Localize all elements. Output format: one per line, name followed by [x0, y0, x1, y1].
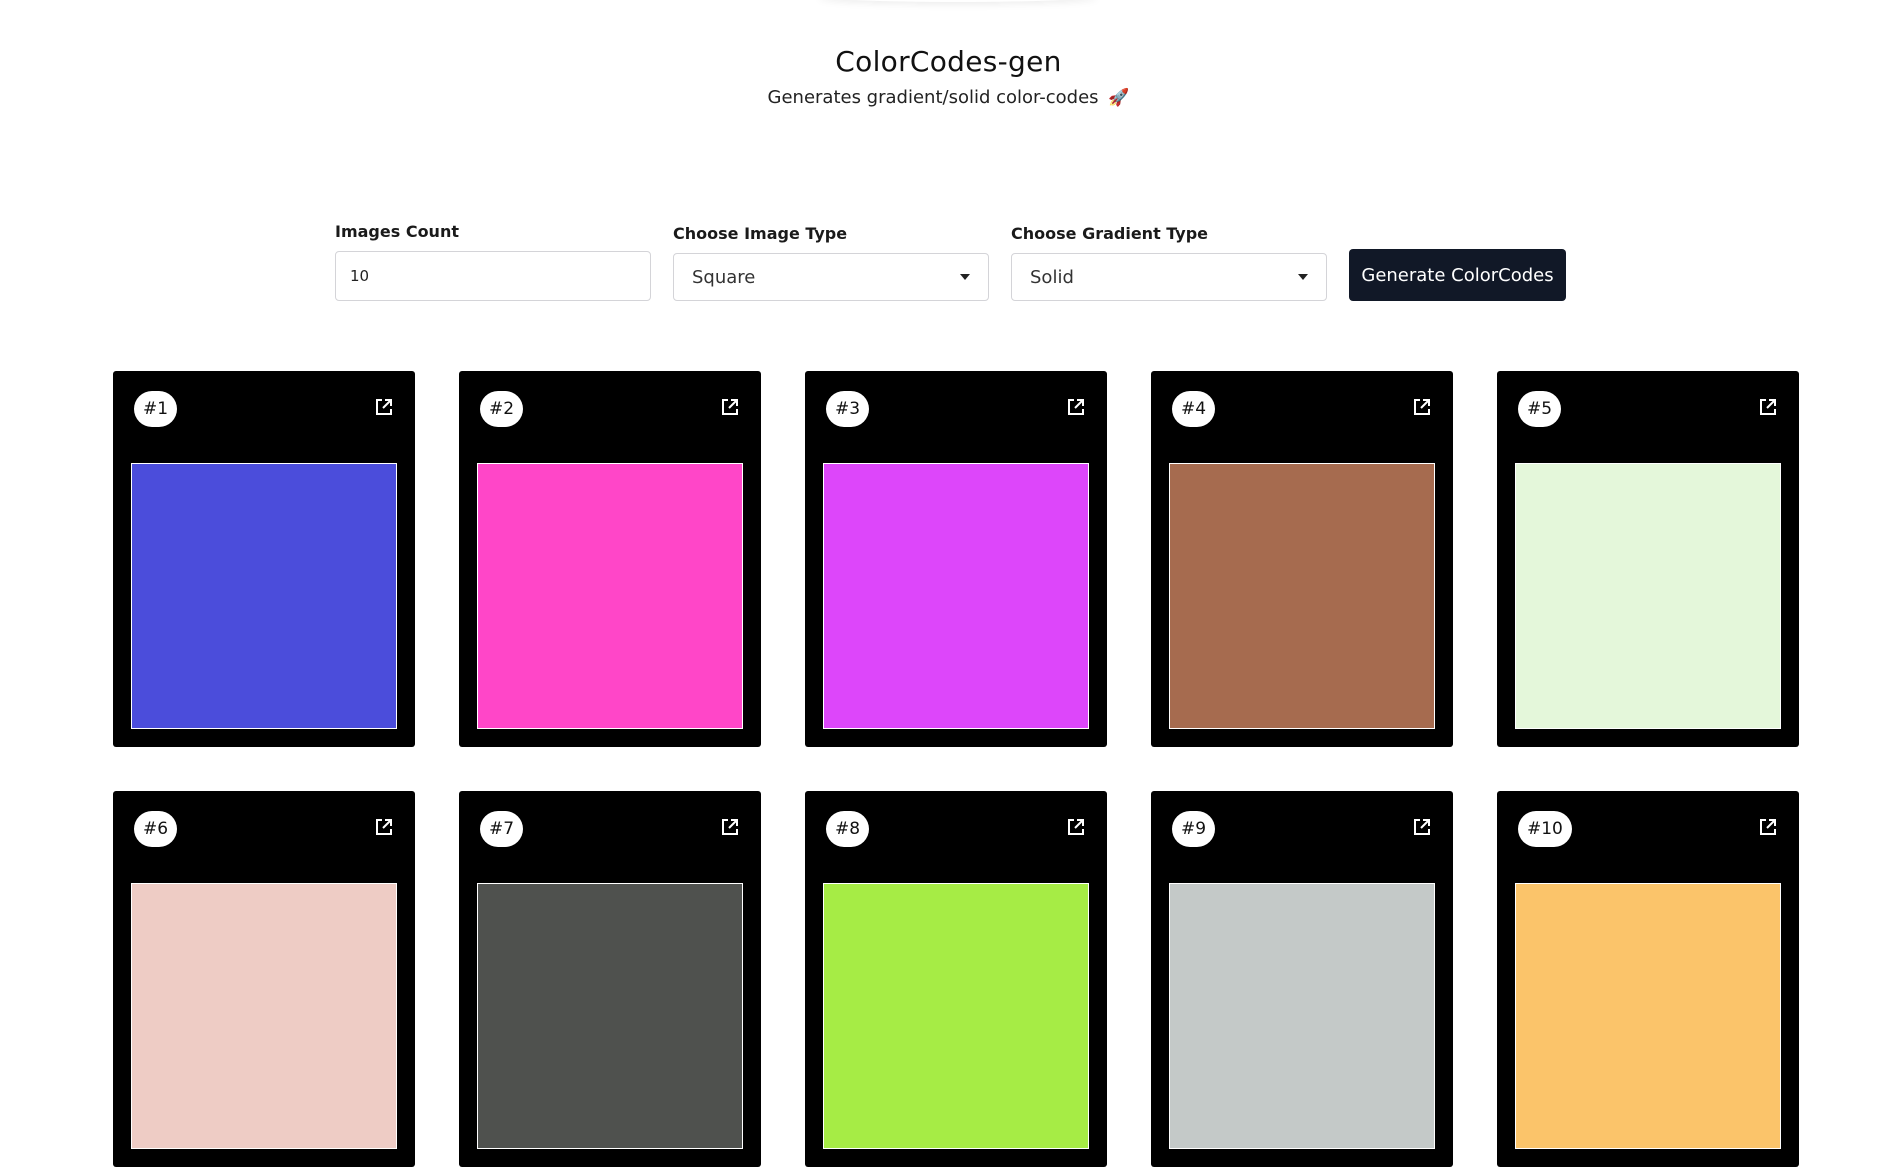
- card-number-badge: #8: [826, 811, 870, 847]
- card-number-badge: #5: [1518, 391, 1562, 427]
- color-swatch: [477, 463, 743, 729]
- color-swatch: [1515, 883, 1781, 1149]
- image-type-label: Choose Image Type: [673, 224, 848, 243]
- color-swatch: [823, 463, 1089, 729]
- caret-down-icon: [960, 274, 970, 280]
- color-card: #8: [805, 791, 1107, 1167]
- color-card: #7: [459, 791, 761, 1167]
- color-swatch: [1515, 463, 1781, 729]
- open-external-icon[interactable]: [1067, 398, 1085, 416]
- subtitle-text: Generates gradient/solid color-codes: [767, 87, 1099, 108]
- card-number-badge: #6: [134, 811, 178, 847]
- card-number-badge: #7: [480, 811, 524, 847]
- color-card: #5: [1497, 371, 1799, 747]
- open-external-icon[interactable]: [1759, 818, 1777, 836]
- images-count-field: Images Count: [335, 222, 651, 301]
- color-card: #10: [1497, 791, 1799, 1167]
- open-external-icon[interactable]: [375, 818, 393, 836]
- color-card: #4: [1151, 371, 1453, 747]
- open-external-icon[interactable]: [721, 818, 739, 836]
- gradient-type-label: Choose Gradient Type: [1011, 224, 1209, 243]
- card-number-badge: #4: [1172, 391, 1216, 427]
- color-card: #9: [1151, 791, 1453, 1167]
- page-title: ColorCodes-gen: [835, 45, 1062, 78]
- gradient-type-select[interactable]: Solid: [1011, 253, 1327, 301]
- color-swatch: [131, 463, 397, 729]
- color-card-grid: #1 #2 #3 #4 #5 #6 #7 #8 #9 #10: [113, 371, 1799, 1167]
- color-swatch: [477, 883, 743, 1149]
- page-subtitle: Generates gradient/solid color-codes 🚀: [0, 86, 1897, 110]
- open-external-icon[interactable]: [1413, 398, 1431, 416]
- card-number-badge: #2: [480, 391, 524, 427]
- color-card: #6: [113, 791, 415, 1167]
- gradient-type-field: Choose Gradient Type Solid: [1011, 224, 1327, 301]
- caret-down-icon: [1298, 274, 1308, 280]
- open-external-icon[interactable]: [1759, 398, 1777, 416]
- color-swatch: [1169, 883, 1435, 1149]
- color-swatch: [131, 883, 397, 1149]
- controls-bar: Images Count Choose Image Type Square Ch…: [335, 222, 1566, 301]
- images-count-label: Images Count: [335, 222, 459, 241]
- color-card: #3: [805, 371, 1107, 747]
- color-swatch: [1169, 463, 1435, 729]
- gradient-type-value: Solid: [1030, 266, 1074, 288]
- open-external-icon[interactable]: [1413, 818, 1431, 836]
- card-number-badge: #9: [1172, 811, 1216, 847]
- page-header: ColorCodes-gen Generates gradient/solid …: [0, 44, 1897, 110]
- color-card: #1: [113, 371, 415, 747]
- card-number-badge: #1: [134, 391, 178, 427]
- color-swatch: [823, 883, 1089, 1149]
- open-external-icon[interactable]: [721, 398, 739, 416]
- rocket-icon: 🚀: [1108, 88, 1130, 108]
- image-type-value: Square: [692, 266, 756, 288]
- images-count-input[interactable]: [335, 251, 651, 301]
- card-number-badge: #10: [1518, 811, 1572, 847]
- open-external-icon[interactable]: [1067, 818, 1085, 836]
- generate-colorcodes-button[interactable]: Generate ColorCodes: [1349, 249, 1566, 301]
- color-card: #2: [459, 371, 761, 747]
- image-type-field: Choose Image Type Square: [673, 224, 989, 301]
- image-type-select[interactable]: Square: [673, 253, 989, 301]
- card-number-badge: #3: [826, 391, 870, 427]
- top-decoration: [818, 0, 1098, 2]
- open-external-icon[interactable]: [375, 398, 393, 416]
